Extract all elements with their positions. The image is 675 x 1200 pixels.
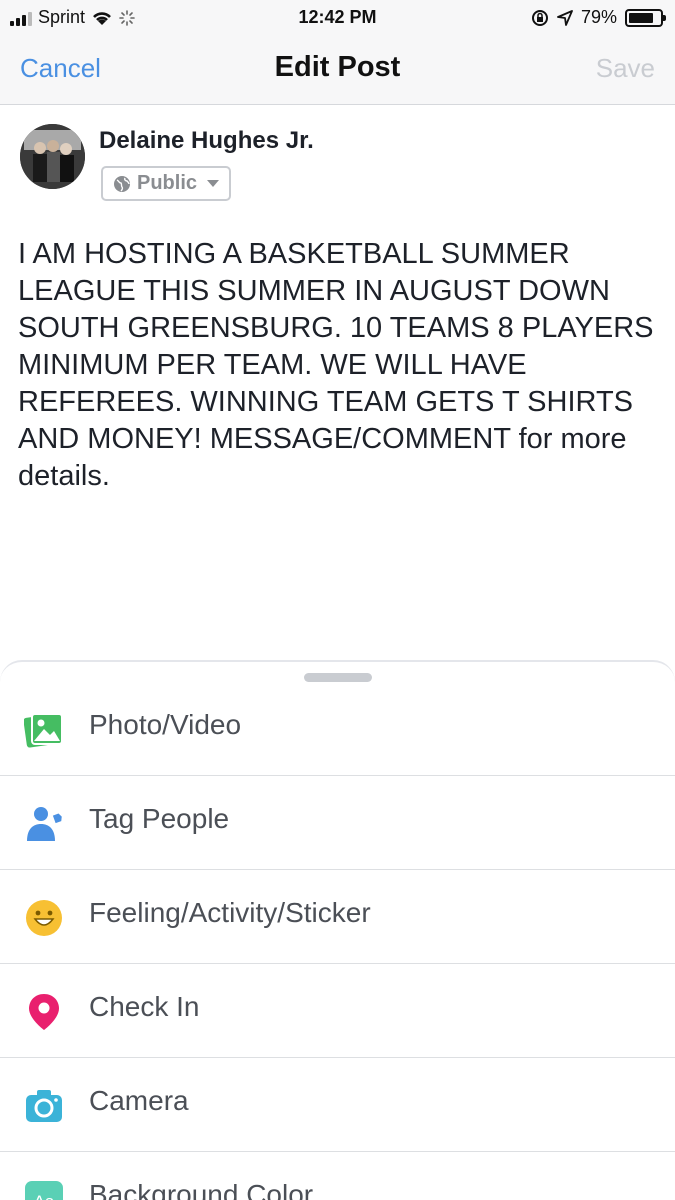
option-camera[interactable]: Camera xyxy=(0,1058,675,1152)
avatar[interactable] xyxy=(20,124,85,189)
option-label: Photo/Video xyxy=(89,709,242,740)
option-check-in[interactable]: Check In xyxy=(0,964,675,1058)
author-name[interactable]: Delaine Hughes Jr. xyxy=(99,127,314,155)
top-bar: Sprint 12:42 PM 79% Cancel Edit Post Sav… xyxy=(0,0,675,105)
page-title: Edit Post xyxy=(274,51,401,83)
sheet-drag-handle[interactable] xyxy=(304,673,372,682)
option-feeling-activity[interactable]: Feeling/Activity/Sticker xyxy=(0,870,675,964)
post-text-editor[interactable]: I AM HOSTING A BASKETBALL SUMMER LEAGUE … xyxy=(18,236,663,495)
location-pin-icon xyxy=(29,994,59,1030)
background-color-icon: Aa xyxy=(25,1181,63,1200)
option-label: Check In xyxy=(89,991,200,1022)
svg-text:Aa: Aa xyxy=(34,1192,55,1200)
photo-icon xyxy=(24,713,63,748)
option-photo-video[interactable]: Photo/Video xyxy=(0,682,675,776)
nav-bar: Cancel Edit Post Save xyxy=(0,36,675,104)
option-label: Camera xyxy=(89,1085,189,1116)
status-bar: Sprint 12:42 PM 79% xyxy=(0,0,675,36)
camera-icon xyxy=(26,1090,62,1122)
battery-percent: 79% xyxy=(580,7,617,27)
tag-people-icon xyxy=(27,807,62,841)
cancel-button[interactable]: Cancel xyxy=(20,53,101,84)
location-arrow-icon xyxy=(557,9,573,26)
battery-icon xyxy=(625,8,666,27)
option-tag-people[interactable]: Tag People xyxy=(0,776,675,870)
battery-fill xyxy=(629,12,653,23)
option-label: Feeling/Activity/Sticker xyxy=(89,897,371,928)
post-author: Delaine Hughes Jr. Public xyxy=(20,124,660,204)
chevron-down-icon xyxy=(207,180,220,187)
privacy-label: Public xyxy=(137,172,198,194)
composer-options-sheet: Photo/Video Tag People Feeling/Activity/… xyxy=(0,660,675,1200)
option-background-color[interactable]: Aa Background Color xyxy=(0,1152,675,1200)
feeling-icon xyxy=(26,900,62,936)
privacy-selector[interactable]: Public xyxy=(101,166,232,201)
save-button[interactable]: Save xyxy=(596,53,655,84)
globe-icon xyxy=(114,175,130,192)
orientation-lock-icon xyxy=(531,9,548,26)
option-label: Tag People xyxy=(89,803,230,834)
option-label: Background Color xyxy=(89,1179,314,1200)
